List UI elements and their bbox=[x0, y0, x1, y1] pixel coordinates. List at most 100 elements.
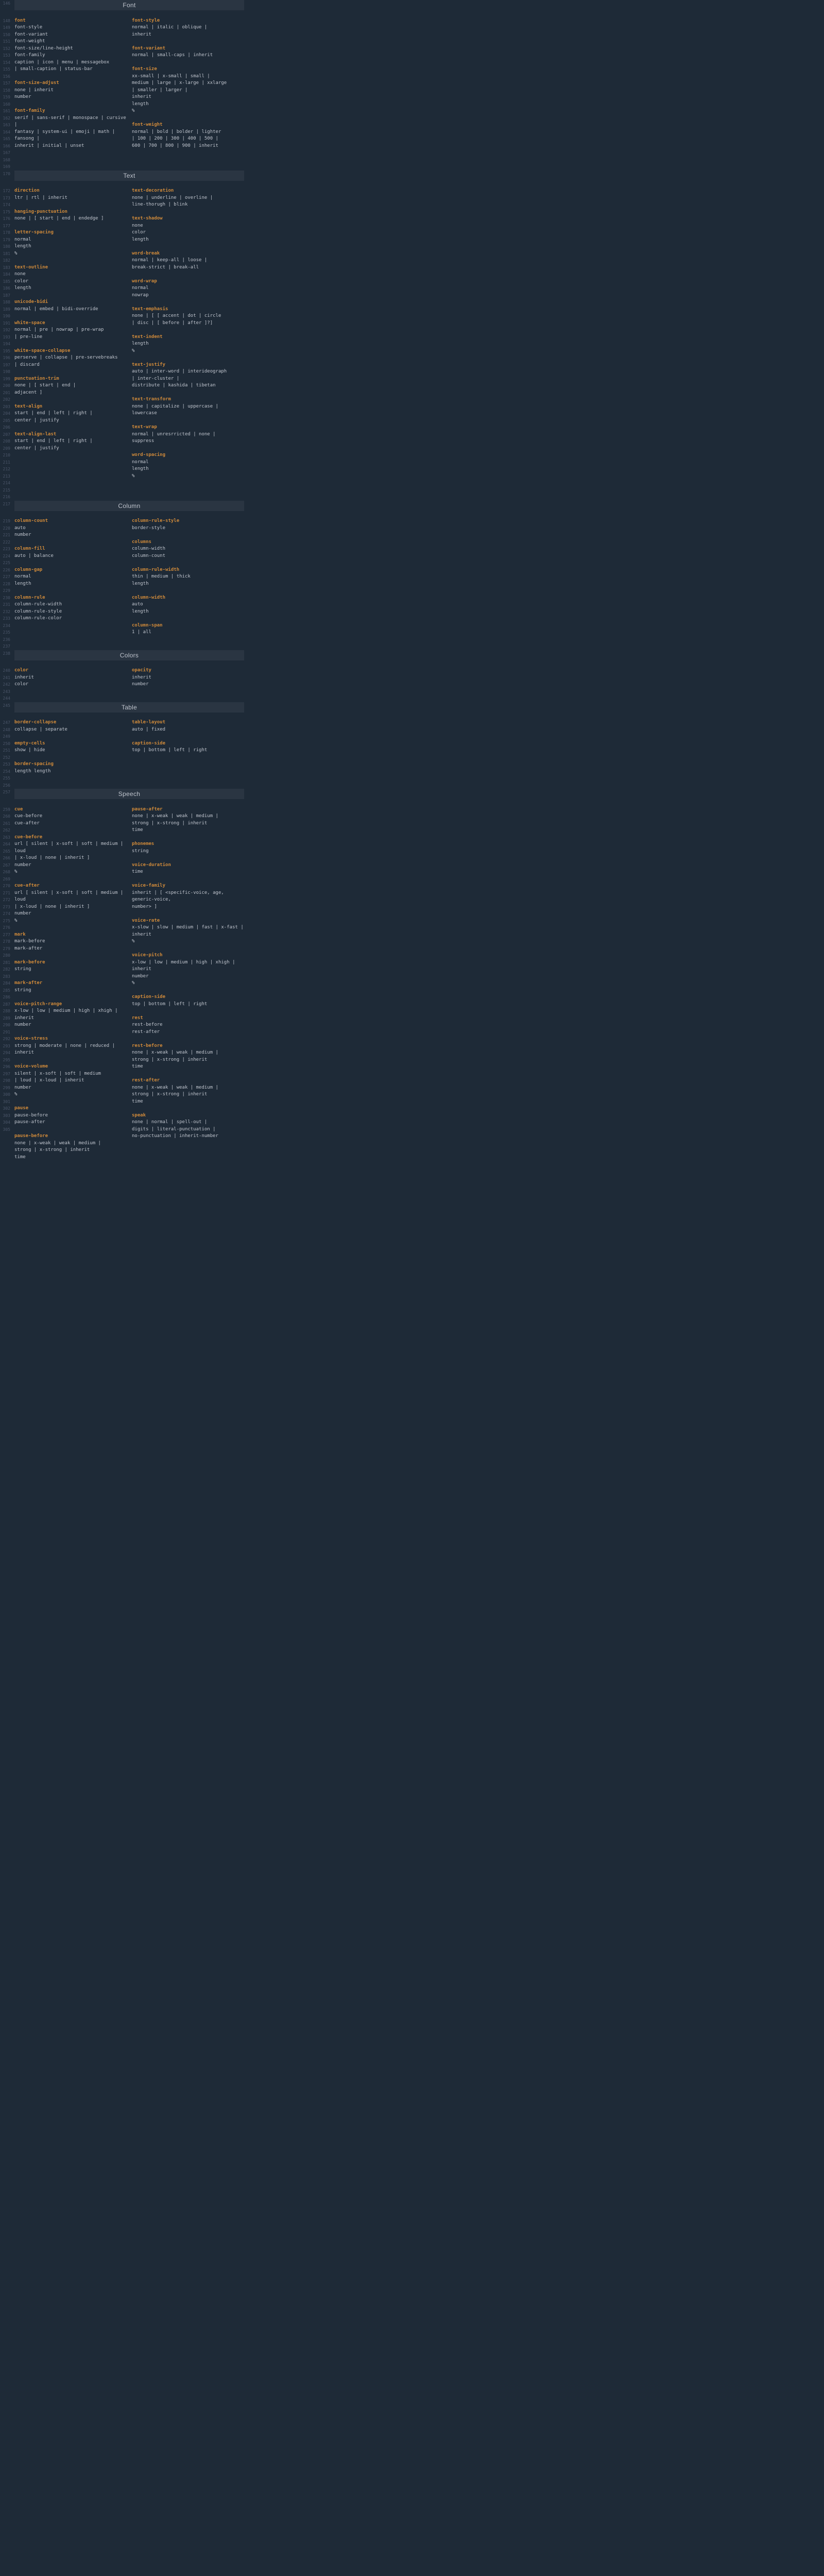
property-value: | inter-cluster | bbox=[132, 376, 244, 383]
line-number: 173 bbox=[0, 195, 14, 202]
line-number: 280 bbox=[0, 952, 14, 959]
line-number: 279 bbox=[0, 945, 14, 953]
line-number: 255 bbox=[0, 775, 14, 782]
property-value: color bbox=[14, 278, 127, 285]
property-value: number bbox=[14, 1084, 127, 1092]
line-number: 214 bbox=[0, 480, 14, 487]
property-value: | x-loud | none | inherit ] bbox=[14, 855, 127, 862]
property-name: column-span bbox=[132, 622, 244, 630]
line-number: 224 bbox=[0, 553, 14, 560]
line-number: 237 bbox=[0, 643, 14, 650]
property-value: color bbox=[14, 681, 127, 688]
property-value: length bbox=[132, 466, 244, 473]
property-value: top | bottom | left | right bbox=[132, 1001, 244, 1008]
line-number: 222 bbox=[0, 539, 14, 546]
line-number: 251 bbox=[0, 747, 14, 754]
property-value: normal bbox=[132, 459, 244, 466]
line-number: 294 bbox=[0, 1049, 14, 1057]
property-value: time bbox=[132, 1098, 244, 1106]
property-value: length bbox=[132, 236, 244, 244]
property-value: silent | x-soft | soft | medium bbox=[14, 1071, 127, 1078]
property-name: caption-side bbox=[132, 994, 244, 1001]
property-value: inherit bbox=[132, 31, 244, 39]
property-value: none | underline | overline | bbox=[132, 195, 244, 202]
property-name: hanging-punctuation bbox=[14, 209, 127, 216]
line-number: 189 bbox=[0, 306, 14, 313]
property-name: word-break bbox=[132, 250, 244, 258]
property-name: column-count bbox=[14, 518, 127, 525]
line-number: 202 bbox=[0, 396, 14, 403]
property-value: url [ silent | x-soft | soft | medium | … bbox=[14, 890, 127, 904]
line-number: 198 bbox=[0, 368, 14, 376]
line-number: 284 bbox=[0, 980, 14, 987]
property-name: text-outline bbox=[14, 264, 127, 272]
line-number: 242 bbox=[0, 681, 14, 688]
section-header: Font bbox=[14, 0, 244, 10]
line-number: 165 bbox=[0, 135, 14, 143]
property-value: strong | x-strong | inherit bbox=[132, 1057, 244, 1064]
line-number: 205 bbox=[0, 417, 14, 425]
property-value: column-rule-style bbox=[14, 608, 127, 616]
line-number: 275 bbox=[0, 918, 14, 925]
line-number: 272 bbox=[0, 896, 14, 904]
line-number: 228 bbox=[0, 581, 14, 588]
line-number: 270 bbox=[0, 883, 14, 890]
line-number: 152 bbox=[0, 45, 14, 53]
property-value: number bbox=[14, 862, 127, 869]
property-value: rest-after bbox=[132, 1029, 244, 1036]
line-number: 266 bbox=[0, 855, 14, 862]
property-value: lowercase bbox=[132, 410, 244, 417]
line-number: 297 bbox=[0, 1071, 14, 1078]
property-name: voice-family bbox=[132, 883, 244, 890]
line-number bbox=[0, 10, 14, 18]
line-number: 196 bbox=[0, 354, 14, 362]
property-value: | smaller | larger | bbox=[132, 87, 244, 94]
property-name: font-size-adjust bbox=[14, 80, 127, 87]
property-value: length bbox=[14, 581, 127, 588]
property-value: show | hide bbox=[14, 747, 127, 754]
property-value: | loud | x-loud | inherit bbox=[14, 1077, 127, 1084]
line-number: 208 bbox=[0, 438, 14, 445]
line-number: 230 bbox=[0, 595, 14, 602]
property-value: strong | x-strong | inherit bbox=[132, 1091, 244, 1098]
line-number: 304 bbox=[0, 1119, 14, 1126]
property-value: length bbox=[14, 243, 127, 250]
line-number: 176 bbox=[0, 215, 14, 223]
line-number: 150 bbox=[0, 31, 14, 39]
line-number: 290 bbox=[0, 1022, 14, 1029]
line-number: 219 bbox=[0, 518, 14, 525]
line-number: 244 bbox=[0, 695, 14, 702]
property-value: normal bbox=[14, 236, 127, 244]
property-value: none | x-weak | weak | medium | bbox=[132, 1049, 244, 1057]
line-number: 225 bbox=[0, 560, 14, 567]
line-number: 184 bbox=[0, 271, 14, 278]
property-value: x-low | low | medium | high | xhigh | in… bbox=[14, 1008, 127, 1022]
line-number: 256 bbox=[0, 782, 14, 789]
line-number: 286 bbox=[0, 994, 14, 1001]
property-value: time bbox=[132, 827, 244, 834]
property-value: length bbox=[132, 341, 244, 348]
property-value: none | x-weak | weak | medium | bbox=[132, 1084, 244, 1092]
property-value: normal bbox=[132, 285, 244, 292]
property-value: fantasy | system-ui | emoji | math | fan… bbox=[14, 129, 127, 143]
property-name: white-space-collapse bbox=[14, 348, 127, 355]
line-number: 283 bbox=[0, 973, 14, 980]
property-name: column-rule-style bbox=[132, 518, 244, 525]
property-name: pause-after bbox=[132, 806, 244, 814]
line-number: 199 bbox=[0, 376, 14, 383]
line-number: 161 bbox=[0, 108, 14, 115]
property-name: cue bbox=[14, 806, 127, 814]
property-name: border-collapse bbox=[14, 719, 127, 726]
property-name: voice-rate bbox=[132, 918, 244, 925]
property-name: text-decoration bbox=[132, 188, 244, 195]
line-number: 160 bbox=[0, 101, 14, 108]
line-number: 261 bbox=[0, 820, 14, 827]
property-value: none | capitalize | uppercase | bbox=[132, 403, 244, 411]
property-value: normal | unresrricted | none | bbox=[132, 431, 244, 438]
property-name: speak bbox=[132, 1112, 244, 1120]
line-number: 192 bbox=[0, 327, 14, 334]
property-value: rest-before bbox=[132, 1022, 244, 1029]
property-value: auto | balance bbox=[14, 553, 127, 560]
line-number: 207 bbox=[0, 431, 14, 438]
two-column-block: cuecue-beforecue-aftercue-beforeurl [ si… bbox=[14, 806, 244, 1161]
